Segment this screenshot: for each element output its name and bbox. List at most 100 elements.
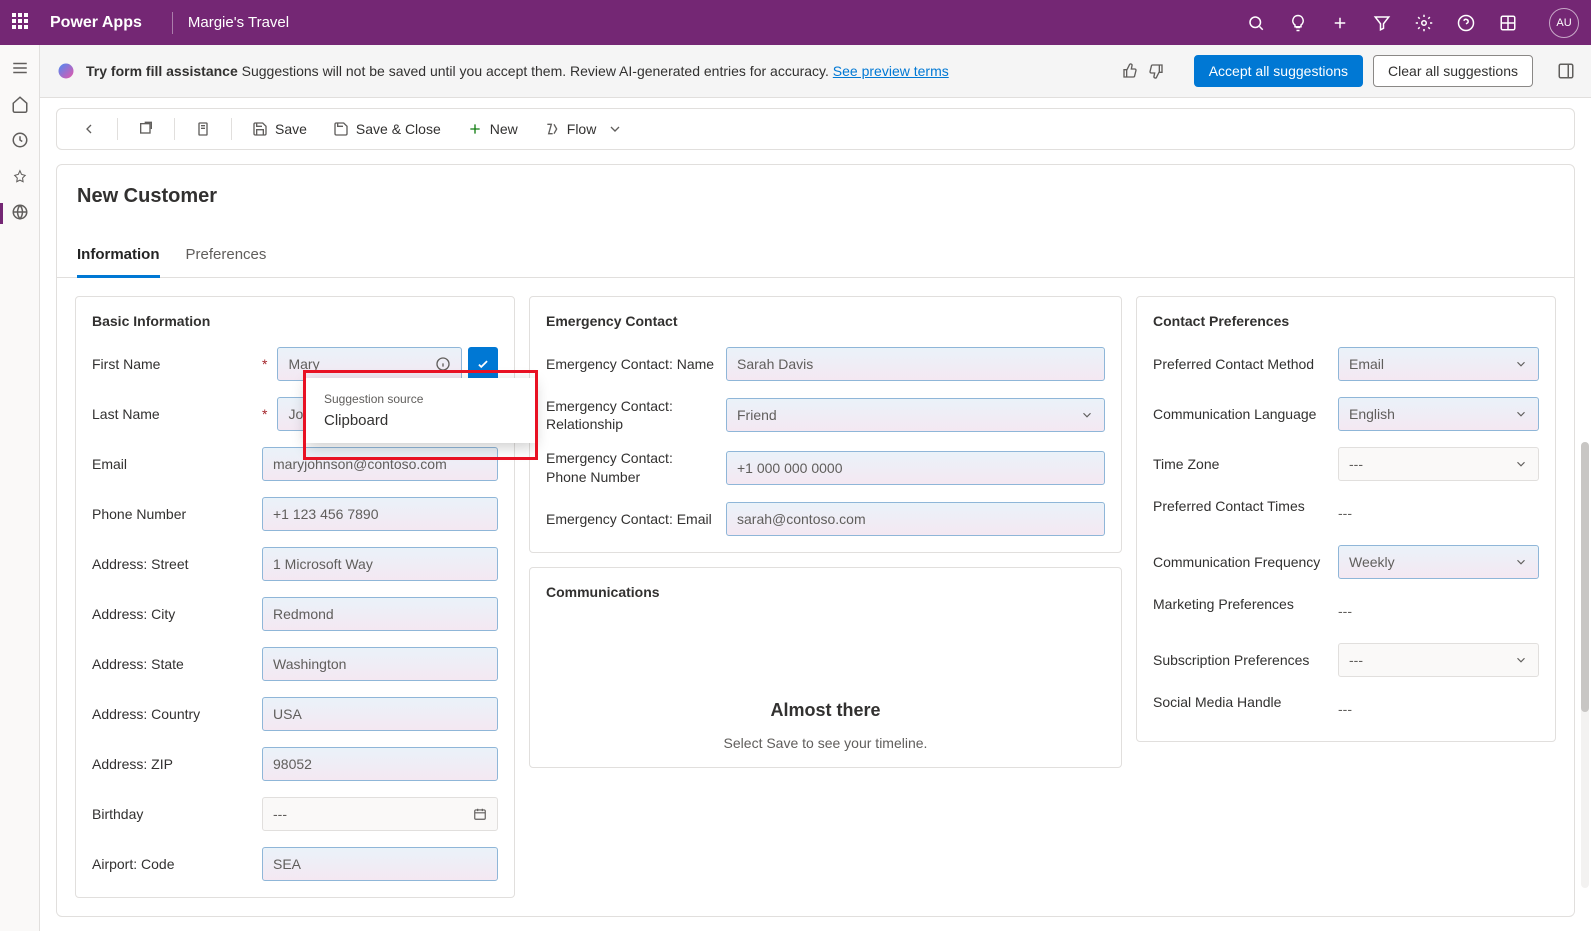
- frequency-field[interactable]: Weekly: [1338, 545, 1539, 579]
- chevron-down-icon[interactable]: [1514, 457, 1528, 471]
- subscription-field[interactable]: ---: [1338, 643, 1539, 677]
- label-ec-phone: Emergency Contact: Phone Number: [546, 449, 716, 485]
- required-icon: *: [262, 406, 267, 422]
- copilot-icon: [56, 61, 76, 81]
- open-new-button[interactable]: [128, 115, 164, 143]
- command-bar: Save Save & Close New Flow: [56, 108, 1575, 150]
- ec-phone-field[interactable]: +1 000 000 0000: [726, 451, 1105, 485]
- accept-all-button[interactable]: Accept all suggestions: [1194, 55, 1363, 87]
- almost-there-msg: Select Save to see your timeline.: [546, 735, 1105, 751]
- chevron-down-icon[interactable]: [1514, 407, 1528, 421]
- info-circle-icon[interactable]: [435, 356, 451, 372]
- chevron-down-icon[interactable]: [1514, 555, 1528, 569]
- help-icon[interactable]: [1457, 14, 1475, 32]
- environment-name: Margie's Travel: [188, 14, 289, 31]
- first-name-field[interactable]: Mary: [277, 347, 462, 381]
- country-field[interactable]: USA: [262, 697, 498, 731]
- times-field[interactable]: ---: [1338, 497, 1539, 529]
- almost-there-title: Almost there: [546, 700, 1105, 721]
- chevron-down-icon[interactable]: [1080, 408, 1094, 422]
- chevron-down-icon[interactable]: [1514, 357, 1528, 371]
- zip-field[interactable]: 98052: [262, 747, 498, 781]
- phone-field[interactable]: +1 123 456 7890: [262, 497, 498, 531]
- birthday-field[interactable]: ---: [262, 797, 498, 831]
- section-preferences: Contact Preferences Preferred Contact Me…: [1136, 296, 1556, 742]
- chevron-down-icon[interactable]: [1514, 653, 1528, 667]
- new-button[interactable]: New: [457, 115, 528, 143]
- app-launcher-icon[interactable]: [12, 13, 32, 33]
- form-card: New Customer Information Preferences Bas…: [56, 164, 1575, 917]
- back-button[interactable]: [71, 115, 107, 143]
- communications-title: Communications: [546, 584, 1105, 600]
- tab-preferences[interactable]: Preferences: [186, 238, 267, 277]
- plus-icon[interactable]: [1331, 14, 1349, 32]
- email-field[interactable]: maryjohnson@contoso.com: [262, 447, 498, 481]
- accept-suggestion-button[interactable]: [468, 347, 498, 381]
- label-ec-email: Emergency Contact: Email: [546, 510, 712, 528]
- label-email: Email: [92, 455, 127, 473]
- brand-name: Power Apps: [50, 14, 142, 32]
- preview-terms-link[interactable]: See preview terms: [833, 63, 949, 79]
- calendar-icon[interactable]: [473, 807, 487, 821]
- gear-icon[interactable]: [1415, 14, 1433, 32]
- section-emergency: Emergency Contact Emergency Contact: Nam…: [529, 296, 1122, 553]
- label-zip: Address: ZIP: [92, 755, 173, 773]
- ec-relationship-field[interactable]: Friend: [726, 398, 1105, 432]
- method-field[interactable]: Email: [1338, 347, 1539, 381]
- thumbs-up-icon[interactable]: [1122, 63, 1138, 79]
- search-icon[interactable]: [1247, 14, 1265, 32]
- suggestion-tooltip: Suggestion source Clipboard: [306, 378, 535, 443]
- label-birthday: Birthday: [92, 805, 143, 823]
- ec-name-field[interactable]: Sarah Davis: [726, 347, 1105, 381]
- user-avatar[interactable]: AU: [1549, 8, 1579, 38]
- lightbulb-icon[interactable]: [1289, 14, 1307, 32]
- timezone-field[interactable]: ---: [1338, 447, 1539, 481]
- left-nav-rail: [0, 45, 40, 931]
- label-marketing: Marketing Preferences: [1153, 595, 1294, 613]
- section-communications: Communications Almost there Select Save …: [529, 567, 1122, 768]
- tab-information[interactable]: Information: [77, 238, 160, 278]
- street-field[interactable]: 1 Microsoft Way: [262, 547, 498, 581]
- clear-all-button[interactable]: Clear all suggestions: [1373, 55, 1533, 87]
- copilot-panel-icon[interactable]: [1557, 62, 1575, 80]
- flow-button[interactable]: Flow: [534, 115, 634, 143]
- filter-icon[interactable]: [1373, 14, 1391, 32]
- label-language: Communication Language: [1153, 405, 1316, 423]
- social-field[interactable]: ---: [1338, 693, 1539, 725]
- home-icon[interactable]: [11, 95, 29, 113]
- ec-email-field[interactable]: sarah@contoso.com: [726, 502, 1105, 536]
- scrollbar[interactable]: [1581, 442, 1589, 888]
- hamburger-icon[interactable]: [11, 59, 29, 77]
- recent-icon[interactable]: [11, 131, 29, 149]
- marketing-field[interactable]: ---: [1338, 595, 1539, 627]
- label-social: Social Media Handle: [1153, 693, 1281, 711]
- label-country: Address: Country: [92, 705, 200, 723]
- state-field[interactable]: Washington: [262, 647, 498, 681]
- city-field[interactable]: Redmond: [262, 597, 498, 631]
- tooltip-label: Suggestion source: [324, 392, 517, 406]
- label-subscription: Subscription Preferences: [1153, 651, 1309, 669]
- label-ec-name: Emergency Contact: Name: [546, 355, 714, 373]
- label-airport: Airport: Code: [92, 855, 174, 873]
- active-nav-item[interactable]: [0, 203, 29, 224]
- apps-icon[interactable]: [1499, 14, 1517, 32]
- suggestion-info-bar: Try form fill assistance Suggestions wil…: [40, 45, 1591, 98]
- language-field[interactable]: English: [1338, 397, 1539, 431]
- save-button[interactable]: Save: [242, 115, 317, 143]
- assign-button[interactable]: [185, 115, 221, 143]
- airport-field[interactable]: SEA: [262, 847, 498, 881]
- global-header: Power Apps Margie's Travel AU: [0, 0, 1591, 45]
- label-first-name: First Name: [92, 355, 160, 373]
- page-title: New Customer: [57, 185, 1574, 238]
- required-icon: *: [262, 356, 267, 372]
- thumbs-down-icon[interactable]: [1148, 63, 1164, 79]
- header-divider: [172, 12, 173, 34]
- tooltip-value: Clipboard: [324, 412, 517, 429]
- label-phone: Phone Number: [92, 505, 186, 523]
- emergency-title: Emergency Contact: [546, 313, 1105, 329]
- label-timezone: Time Zone: [1153, 455, 1219, 473]
- pin-icon[interactable]: [11, 167, 29, 185]
- label-times: Preferred Contact Times: [1153, 497, 1305, 515]
- save-close-button[interactable]: Save & Close: [323, 115, 451, 143]
- info-message: Try form fill assistance Suggestions wil…: [86, 63, 1092, 79]
